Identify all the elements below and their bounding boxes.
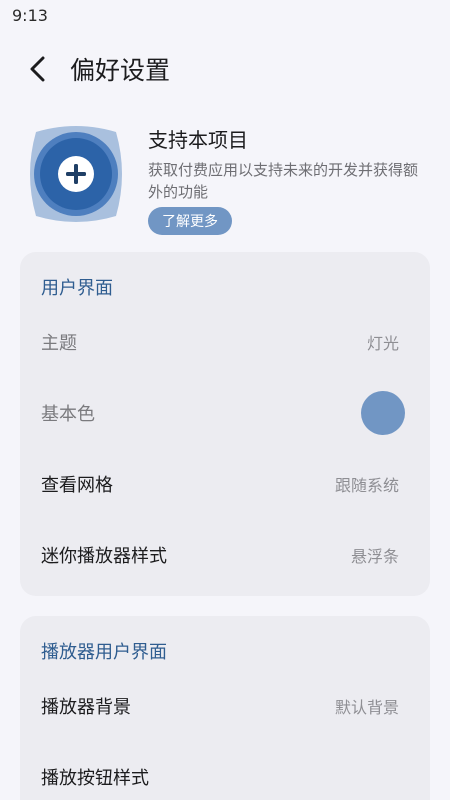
learn-more-button[interactable]: 了解更多 bbox=[148, 207, 232, 235]
setting-view-grid[interactable]: 查看网格 跟随系统 bbox=[20, 448, 430, 519]
setting-theme[interactable]: 主题 灯光 bbox=[20, 306, 430, 377]
setting-value: 悬浮条 bbox=[350, 546, 399, 566]
section-player-interface: 播放器用户界面 播放器背景 默认背景 播放按钮样式 bbox=[20, 616, 430, 800]
support-logo bbox=[26, 124, 126, 224]
setting-mini-player-style[interactable]: 迷你播放器样式 悬浮条 bbox=[20, 519, 430, 590]
section-user-interface: 用户界面 主题 灯光 基本色 查看网格 跟随系统 迷你播放器样式 悬浮条 bbox=[20, 252, 430, 596]
setting-label: 查看网格 bbox=[41, 474, 113, 496]
promo-description: 获取付费应用以支持未来的开发并获得额外的功能 bbox=[148, 161, 419, 201]
status-time: 9:13 bbox=[12, 6, 48, 25]
setting-label: 播放按钮样式 bbox=[41, 767, 149, 789]
support-promo: 支持本项目 获取付费应用以支持未来的开发并获得额外的功能 了解更多 bbox=[0, 104, 450, 252]
setting-value: 灯光 bbox=[366, 333, 399, 353]
setting-play-button-style[interactable]: 播放按钮样式 bbox=[20, 741, 430, 800]
color-swatch[interactable] bbox=[361, 390, 405, 435]
section-header: 播放器用户界面 bbox=[41, 642, 167, 663]
page-title: 偏好设置 bbox=[70, 56, 171, 85]
setting-label: 主题 bbox=[41, 332, 77, 354]
setting-primary-color[interactable]: 基本色 bbox=[20, 377, 430, 448]
back-button[interactable] bbox=[20, 51, 56, 87]
setting-label: 基本色 bbox=[41, 403, 95, 425]
promo-title: 支持本项目 bbox=[148, 128, 248, 152]
app-bar: 偏好设置 bbox=[0, 34, 450, 104]
status-bar: 9:13 bbox=[0, 0, 450, 34]
setting-player-background[interactable]: 播放器背景 默认背景 bbox=[20, 670, 430, 741]
setting-label: 播放器背景 bbox=[41, 696, 131, 718]
arrow-left-icon bbox=[30, 56, 45, 82]
setting-label: 迷你播放器样式 bbox=[41, 545, 167, 567]
setting-value: 跟随系统 bbox=[334, 475, 399, 495]
setting-value: 默认背景 bbox=[334, 697, 399, 717]
section-header: 用户界面 bbox=[41, 278, 113, 299]
